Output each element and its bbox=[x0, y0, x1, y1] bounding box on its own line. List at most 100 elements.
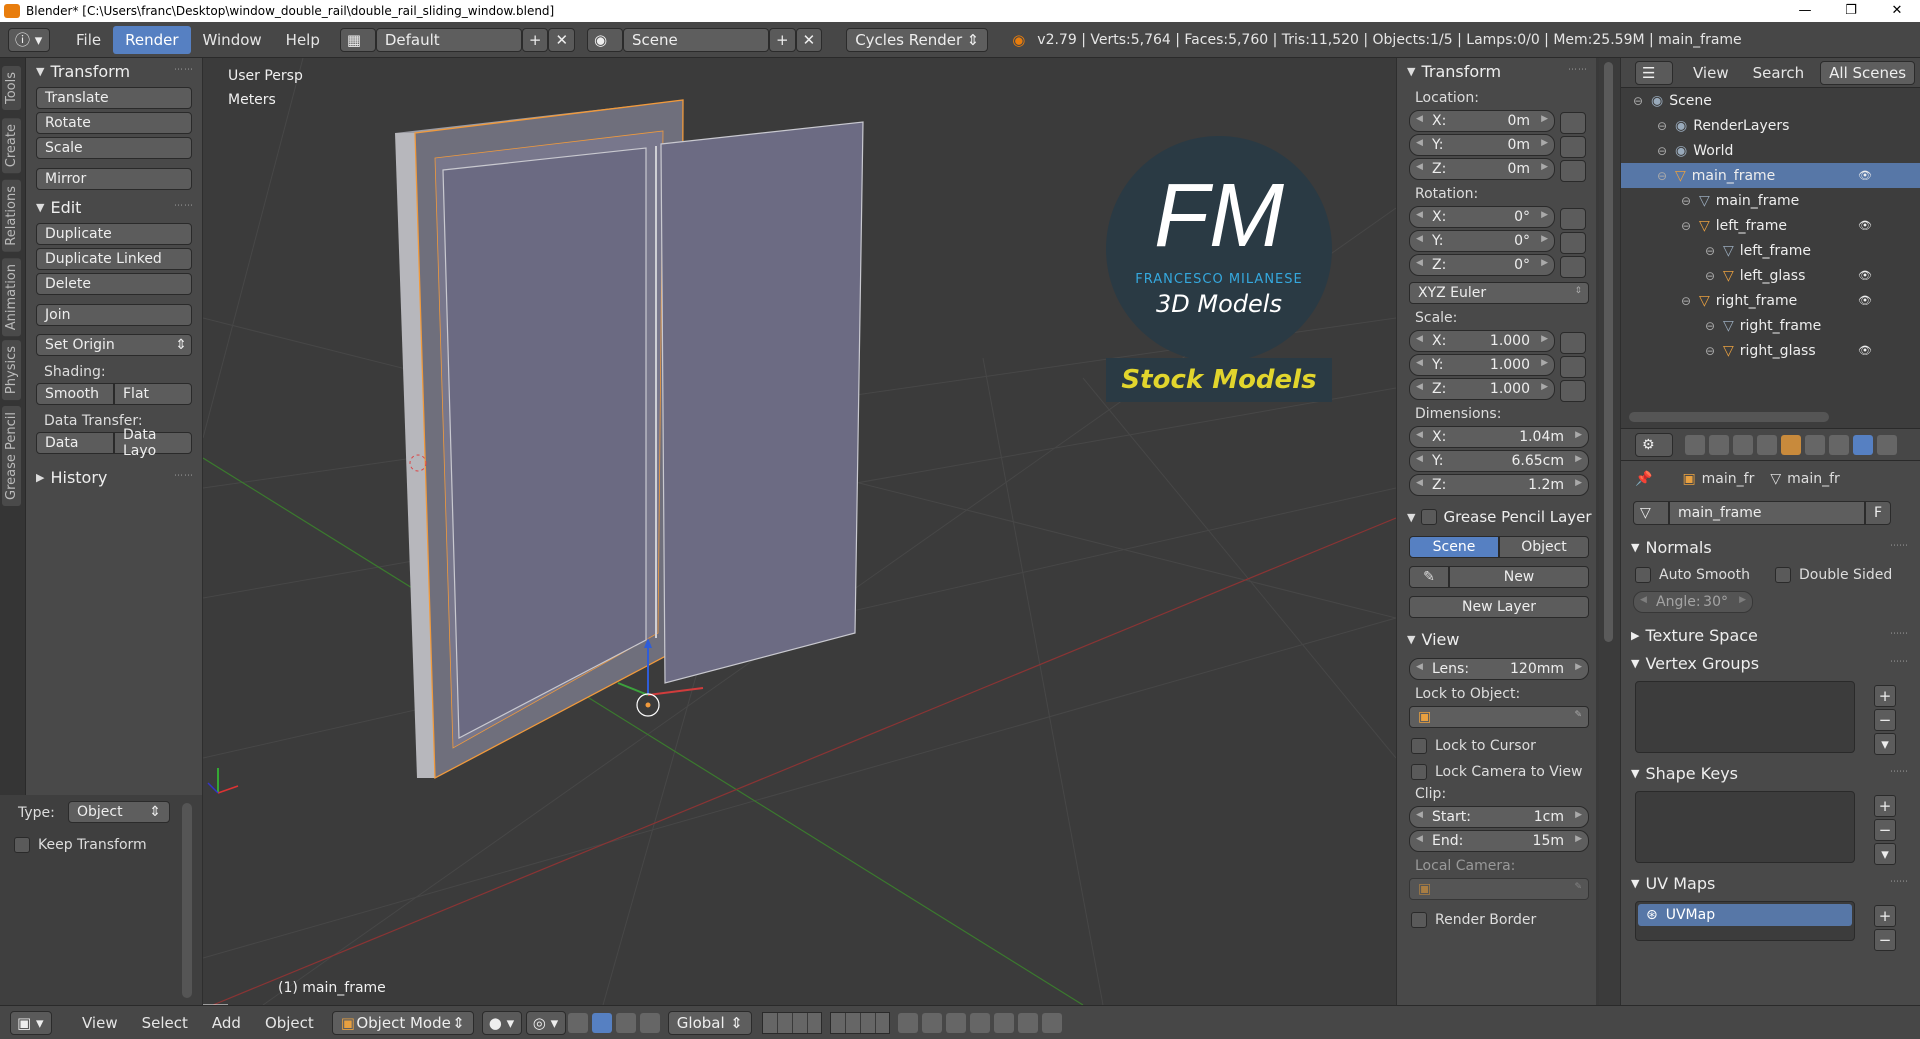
scene-browse-icon[interactable]: ◉ bbox=[587, 27, 624, 52]
render-border-checkbox[interactable] bbox=[1411, 912, 1427, 928]
outliner-item[interactable]: ⊖ ▽ right_glass 👁 bbox=[1621, 338, 1920, 363]
viewport-shading-icon[interactable]: ● ▾ bbox=[481, 1010, 522, 1035]
eyedropper-icon[interactable]: ✎ bbox=[1574, 710, 1582, 720]
grip-icon[interactable]: ⋯⋯ bbox=[1890, 657, 1908, 667]
n-view-header[interactable]: ▼ View bbox=[1397, 626, 1596, 652]
3d-viewport[interactable]: User Persp Meters (1) main_frame FM FRAN… bbox=[203, 58, 1396, 1005]
snap-element-icon[interactable] bbox=[969, 1012, 990, 1033]
constraints-tab-icon[interactable] bbox=[1805, 434, 1825, 455]
pivot-point-icon[interactable]: ◎ ▾ bbox=[525, 1010, 566, 1035]
outliner-item[interactable]: ⊖ ▽ right_frame bbox=[1621, 313, 1920, 338]
scale-button[interactable]: Scale bbox=[36, 137, 192, 159]
add-icon[interactable]: + bbox=[1874, 905, 1896, 927]
rotate-manipulator-icon[interactable] bbox=[615, 1012, 636, 1033]
lock-cursor-checkbox[interactable] bbox=[1411, 738, 1427, 754]
expand-toggle-icon[interactable]: ⊖ bbox=[1681, 194, 1699, 208]
clip-start-field[interactable]: ◀ Start: 1cm ▶ bbox=[1409, 806, 1589, 828]
menu-add[interactable]: Add bbox=[200, 1014, 253, 1032]
lock-icon[interactable] bbox=[1560, 332, 1586, 354]
data-transfer-button[interactable]: Data bbox=[36, 432, 114, 454]
expand-toggle-icon[interactable]: ⊖ bbox=[1705, 319, 1723, 333]
layers-grid-b[interactable] bbox=[829, 1011, 890, 1034]
menu-window[interactable]: Window bbox=[191, 31, 274, 49]
tab-animation[interactable]: Animation bbox=[2, 258, 21, 337]
join-button[interactable]: Join bbox=[36, 304, 192, 326]
lock-icon[interactable] bbox=[1560, 160, 1586, 182]
panel-transform-header[interactable]: ▼ Transform ⋯⋯ bbox=[26, 58, 202, 84]
outliner-item[interactable]: ⊖ ▽ main_frame 👁 bbox=[1621, 163, 1920, 188]
visibility-eye-icon[interactable]: 👁 bbox=[1858, 219, 1872, 232]
auto-smooth-checkbox[interactable] bbox=[1635, 567, 1651, 583]
menu-down-icon[interactable]: ▾ bbox=[1874, 843, 1896, 865]
keep-transform-option[interactable]: Keep Transform bbox=[14, 837, 147, 853]
visibility-eye-icon[interactable]: 👁 bbox=[1858, 269, 1872, 282]
lock-layers-icon[interactable] bbox=[897, 1012, 918, 1033]
gp-object-toggle[interactable]: Object bbox=[1499, 536, 1589, 558]
delete-button[interactable]: Delete bbox=[36, 273, 192, 295]
tab-grease-pencil[interactable]: Grease Pencil bbox=[2, 406, 21, 506]
flat-button[interactable]: Flat bbox=[114, 383, 192, 405]
gp-scene-toggle[interactable]: Scene bbox=[1409, 536, 1499, 558]
gp-new-button[interactable]: New bbox=[1449, 566, 1589, 588]
scale-y-field[interactable]: ◀ Y: 1.000 ▶ bbox=[1409, 354, 1555, 376]
modifiers-tab-icon[interactable] bbox=[1829, 434, 1849, 455]
lens-field[interactable]: ◀ Lens: 120mm ▶ bbox=[1409, 658, 1589, 680]
scale-x-field[interactable]: ◀ X: 1.000 ▶ bbox=[1409, 330, 1555, 352]
menu-help[interactable]: Help bbox=[274, 31, 332, 49]
rotation-mode-select[interactable]: XYZ Euler ⇕ bbox=[1409, 282, 1589, 304]
grip-icon[interactable]: ⋯⋯ bbox=[1568, 65, 1588, 75]
expand-toggle-icon[interactable]: ⊖ bbox=[1657, 144, 1675, 158]
grip-icon[interactable]: ⋯⋯ bbox=[174, 65, 194, 75]
panel-history-header[interactable]: ▶ History ⋯⋯ bbox=[26, 464, 202, 490]
mesh-data-tab-icon[interactable] bbox=[1853, 434, 1873, 455]
panel-edit-header[interactable]: ▼ Edit ⋯⋯ bbox=[26, 194, 202, 220]
grip-icon[interactable]: ⋯⋯ bbox=[1890, 541, 1908, 551]
grip-icon[interactable]: ⋯⋯ bbox=[1890, 629, 1908, 639]
lock-camera-checkbox[interactable] bbox=[1411, 764, 1427, 780]
add-icon[interactable]: + bbox=[1874, 795, 1896, 817]
scene-remove-icon[interactable]: ✕ bbox=[795, 27, 823, 52]
location-y-field[interactable]: ◀ Y: 0m ▶ bbox=[1409, 134, 1555, 156]
expand-toggle-icon[interactable]: ⊖ bbox=[1681, 294, 1699, 308]
eyedropper-icon[interactable]: ✎ bbox=[1574, 882, 1582, 892]
expand-toggle-icon[interactable]: ⊖ bbox=[1657, 119, 1675, 133]
expand-toggle-icon[interactable]: ⊖ bbox=[1657, 169, 1675, 183]
type-select[interactable]: Object ⇕ bbox=[68, 801, 170, 823]
menu-object[interactable]: Object bbox=[253, 1014, 326, 1032]
remove-icon[interactable]: − bbox=[1874, 819, 1896, 841]
visibility-eye-icon[interactable]: 👁 bbox=[1858, 294, 1872, 307]
mesh-name-field[interactable]: main_frame bbox=[1669, 501, 1865, 525]
render-tab-icon[interactable] bbox=[1685, 434, 1705, 455]
visibility-eye-icon[interactable]: 👁 bbox=[1858, 169, 1872, 182]
pin-icon[interactable]: 📌 bbox=[1635, 471, 1652, 487]
lock-icon[interactable] bbox=[1560, 136, 1586, 158]
expand-toggle-icon[interactable]: ⊖ bbox=[1705, 244, 1723, 258]
n-panel-scrollbar[interactable] bbox=[1604, 62, 1613, 642]
scene-tab-icon[interactable] bbox=[1733, 434, 1753, 455]
lock-icon[interactable] bbox=[1560, 256, 1586, 278]
editor-type-3d-view-icon[interactable]: ▣ ▾ bbox=[10, 1010, 52, 1035]
menu-down-icon[interactable]: ▾ bbox=[1874, 733, 1896, 755]
uv-maps-header[interactable]: ▼ UV Maps ⋯⋯ bbox=[1621, 869, 1920, 897]
double-sided-option[interactable]: Double Sided bbox=[1775, 567, 1892, 583]
rotation-x-field[interactable]: ◀ X: 0° ▶ bbox=[1409, 206, 1555, 228]
outliner-menu-view[interactable]: View bbox=[1681, 64, 1741, 82]
shape-keys-header[interactable]: ▼ Shape Keys ⋯⋯ bbox=[1621, 759, 1920, 787]
translate-manipulator-icon[interactable] bbox=[591, 1012, 612, 1033]
outliner-menu-search[interactable]: Search bbox=[1741, 64, 1817, 82]
lock-cursor-option[interactable]: Lock to Cursor bbox=[1411, 738, 1596, 754]
snap-icon[interactable] bbox=[945, 1012, 966, 1033]
data-layout-button[interactable]: Data Layo bbox=[114, 427, 192, 459]
tab-relations[interactable]: Relations bbox=[2, 180, 21, 252]
vertex-groups-header[interactable]: ▼ Vertex Groups ⋯⋯ bbox=[1621, 649, 1920, 677]
outliner-editor-icon[interactable]: ☰ bbox=[1635, 60, 1673, 85]
object-tab-icon[interactable] bbox=[1781, 434, 1801, 455]
lock-icon[interactable] bbox=[1560, 232, 1586, 254]
angle-field[interactable]: ◀ Angle: 30° ▶ bbox=[1633, 591, 1753, 613]
outliner-item[interactable]: ⊖ ▽ main_frame bbox=[1621, 188, 1920, 213]
layers-grid-a[interactable] bbox=[761, 1011, 822, 1034]
local-camera-field[interactable]: ▣ ✎ bbox=[1409, 878, 1589, 900]
outliner-item[interactable]: ⊖ ◉ World bbox=[1621, 138, 1920, 163]
keep-transform-checkbox[interactable] bbox=[14, 837, 30, 853]
expand-toggle-icon[interactable]: ⊖ bbox=[1633, 94, 1651, 108]
